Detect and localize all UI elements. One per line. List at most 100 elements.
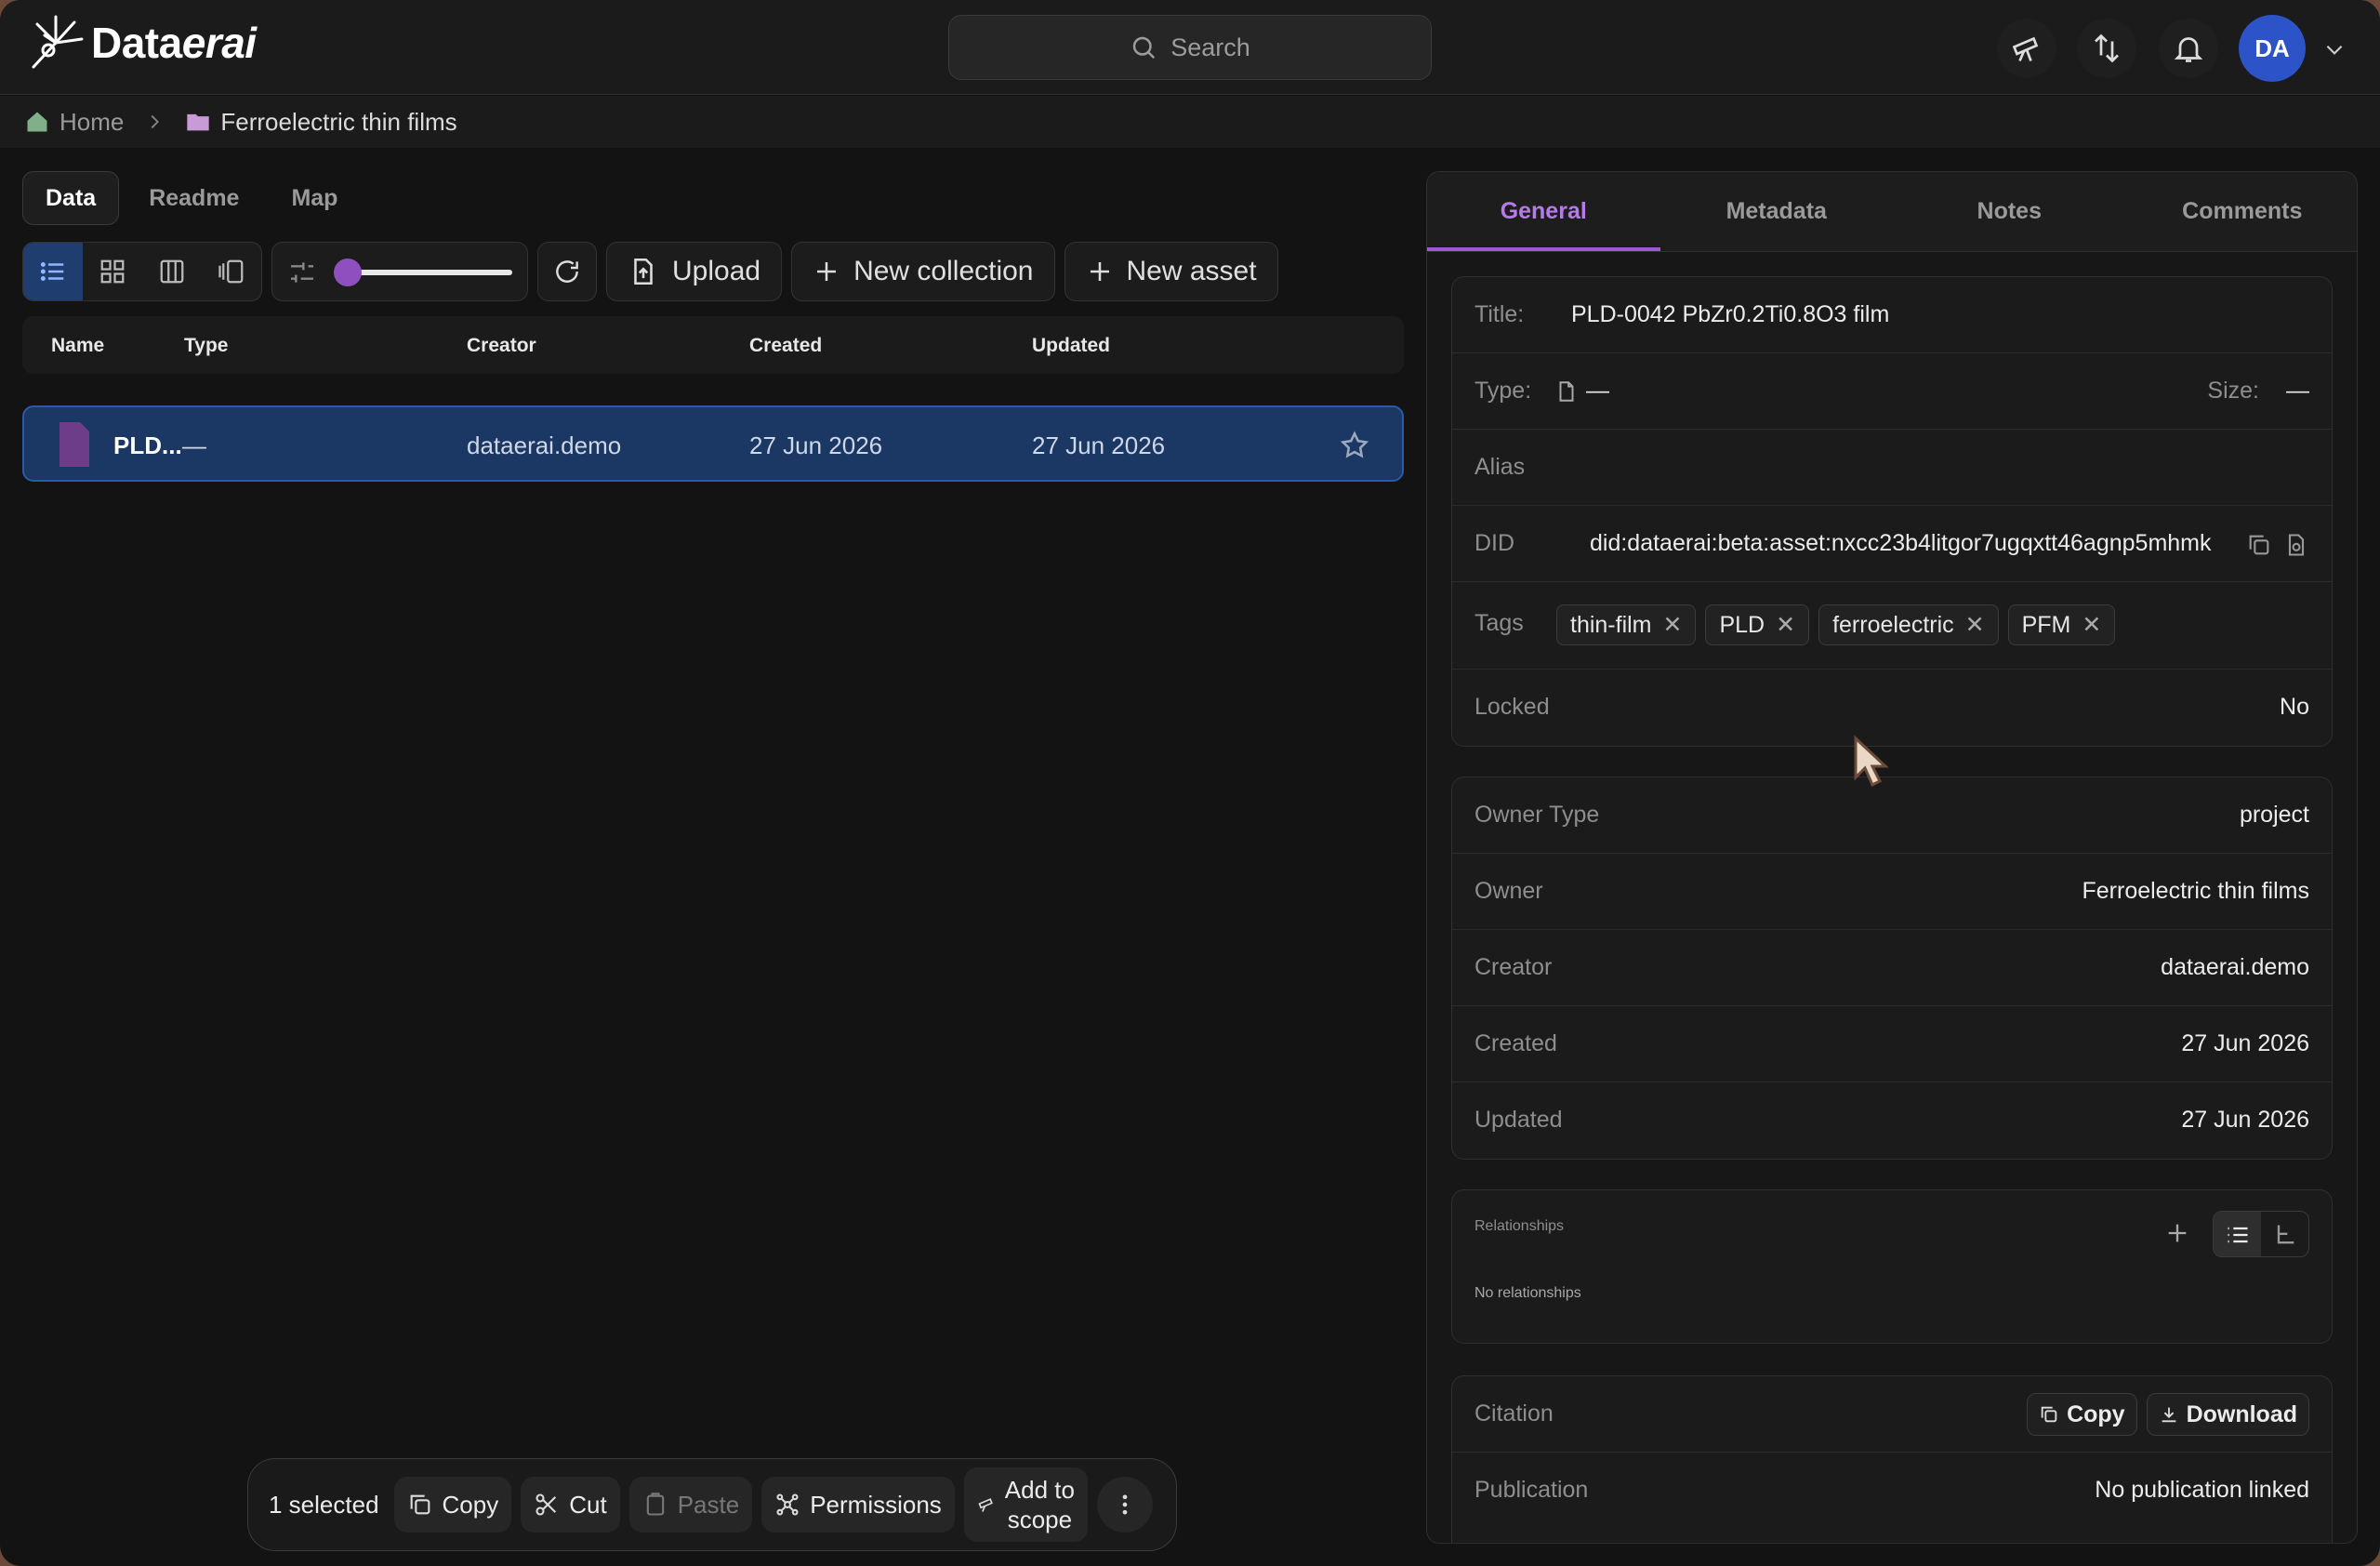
file-link-icon[interactable] xyxy=(2283,532,2309,558)
list-view-button[interactable] xyxy=(23,243,83,300)
upload-button[interactable]: Upload xyxy=(606,242,783,301)
tab-data[interactable]: Data xyxy=(22,171,120,225)
plus-icon xyxy=(817,262,837,281)
ownership-card: Owner Type project Owner Ferroelectric t… xyxy=(1451,776,2333,1160)
tag-chip[interactable]: ferroelectric ✕ xyxy=(1818,604,1999,645)
locked-value: No xyxy=(2280,694,2309,720)
close-icon[interactable]: ✕ xyxy=(2082,611,2101,639)
file-icon xyxy=(1559,381,1574,402)
more-options-button[interactable] xyxy=(1096,1477,1153,1533)
tab-comments[interactable]: Comments xyxy=(2126,172,2358,251)
columns-icon xyxy=(160,259,184,284)
view-switcher xyxy=(22,242,262,301)
copy-button[interactable]: Copy xyxy=(393,1477,512,1533)
column-type[interactable]: Type xyxy=(184,335,228,357)
home-icon xyxy=(27,112,47,132)
citation-copy-button[interactable]: Copy xyxy=(2027,1393,2137,1436)
cut-button[interactable]: Cut xyxy=(521,1477,620,1533)
sync-button[interactable] xyxy=(2077,19,2136,78)
gallery-view-button[interactable] xyxy=(202,243,261,300)
row-name: PLD... xyxy=(113,431,182,459)
column-updated[interactable]: Updated xyxy=(1032,335,1110,357)
selection-count: 1 selected xyxy=(269,1490,379,1519)
title-row: Title: PLD-0042 PbZr0.2Ti0.8O3 film xyxy=(1452,277,2332,353)
close-icon[interactable]: ✕ xyxy=(1663,611,1683,639)
toolbar: Upload New collection New asset xyxy=(22,242,1278,301)
title-field[interactable]: PLD-0042 PbZr0.2Ti0.8O3 film xyxy=(1571,301,1889,328)
tag-chip[interactable]: thin-film ✕ xyxy=(1556,604,1697,645)
tab-notes[interactable]: Notes xyxy=(1893,172,2126,251)
list-icon xyxy=(2228,1227,2247,1243)
add-to-scope-button[interactable]: Add to scope xyxy=(963,1467,1088,1542)
did-value: did:dataerai:beta:asset:nxcc23b4litgor7u… xyxy=(1590,530,2212,556)
cursor-icon xyxy=(1854,735,1889,788)
column-name[interactable]: Name xyxy=(51,335,104,357)
owner-row: Owner Ferroelectric thin films xyxy=(1452,854,2332,930)
telescope-icon xyxy=(978,1498,993,1512)
row-updated: 27 Jun 2026 xyxy=(1032,431,1166,459)
copy-icon[interactable] xyxy=(2246,532,2272,558)
new-asset-button[interactable]: New asset xyxy=(1064,242,1278,301)
data-tabs: Data Readme Map xyxy=(22,171,360,225)
search-input[interactable]: Search xyxy=(948,15,1432,80)
telescope-icon xyxy=(2012,36,2039,62)
table-row[interactable]: PLD... — dataerai.demo 27 Jun 2026 27 Ju… xyxy=(22,405,1404,482)
new-collection-button[interactable]: New collection xyxy=(791,242,1055,301)
tag-chip[interactable]: PFM ✕ xyxy=(2007,604,2116,645)
relationships-empty: No relationships xyxy=(1474,1285,1581,1301)
tab-readme[interactable]: Readme xyxy=(126,171,261,225)
relationship-tree-view[interactable] xyxy=(2261,1212,2308,1256)
citation-card: Citation Copy Download Publication No pu… xyxy=(1451,1375,2333,1543)
details-tabs: General Metadata Notes Comments xyxy=(1427,172,2358,252)
relationship-list-view[interactable] xyxy=(2214,1212,2261,1256)
zoom-slider[interactable] xyxy=(271,242,528,301)
brand-name: Dataerai xyxy=(91,19,257,67)
download-icon xyxy=(2162,1407,2175,1423)
citation-row: Citation Copy Download xyxy=(1452,1376,2332,1453)
tab-general[interactable]: General xyxy=(1427,172,1660,251)
updated-row: Updated 27 Jun 2026 xyxy=(1474,1107,2309,1133)
close-icon[interactable]: ✕ xyxy=(1776,611,1795,639)
paste-button[interactable]: Paste xyxy=(628,1477,753,1533)
column-creator[interactable]: Creator xyxy=(467,335,536,357)
relationship-view-toggle xyxy=(2213,1211,2309,1257)
type-row: Type: — Size: — xyxy=(1452,353,2332,430)
breadcrumb: Home Ferroelectric thin films xyxy=(0,96,2380,148)
permissions-button[interactable]: Permissions xyxy=(761,1477,955,1533)
close-icon[interactable]: ✕ xyxy=(1965,611,1985,639)
slider-handle[interactable] xyxy=(334,259,362,286)
citation-download-button[interactable]: Download xyxy=(2146,1393,2309,1436)
table-header: Name Type Creator Created Updated xyxy=(22,316,1404,374)
logo[interactable]: Dataerai xyxy=(26,13,257,73)
avatar[interactable]: DA xyxy=(2239,15,2306,82)
selection-bar: 1 selected Copy Cut Paste Permissions Ad… xyxy=(247,1458,1177,1551)
top-bar: Dataerai Search DA xyxy=(0,0,2380,95)
upload-file-icon xyxy=(634,258,653,285)
breadcrumb-current[interactable]: Ferroelectric thin films xyxy=(185,108,457,137)
general-info-card: Title: PLD-0042 PbZr0.2Ti0.8O3 film Type… xyxy=(1451,276,2333,747)
star-icon[interactable] xyxy=(1339,430,1370,461)
columns-view-button[interactable] xyxy=(142,243,202,300)
tags-list: thin-film ✕ PLD ✕ ferroelectric ✕ PFM ✕ xyxy=(1556,604,2116,645)
list-icon xyxy=(40,262,64,281)
grid-view-button[interactable] xyxy=(83,243,142,300)
breadcrumb-home[interactable]: Home xyxy=(24,108,124,137)
more-vertical-icon xyxy=(1122,1494,1128,1515)
telescope-button[interactable] xyxy=(1997,19,2056,78)
tab-metadata[interactable]: Metadata xyxy=(1660,172,1894,251)
notifications-button[interactable] xyxy=(2159,19,2218,78)
row-created: 27 Jun 2026 xyxy=(749,431,883,459)
tag-chip[interactable]: PLD ✕ xyxy=(1705,604,1810,645)
search-icon xyxy=(1132,36,1156,60)
plus-icon[interactable] xyxy=(2164,1220,2190,1246)
refresh-button[interactable] xyxy=(537,242,597,301)
alias-row[interactable]: Alias xyxy=(1452,430,2332,506)
tab-map[interactable]: Map xyxy=(269,171,360,225)
folder-icon xyxy=(187,113,210,131)
tags-row: Tags thin-film ✕ PLD ✕ ferroelectric ✕ PFM ✕ xyxy=(1452,582,2332,670)
chevron-down-icon[interactable] xyxy=(2322,37,2347,61)
copy-icon xyxy=(2041,1406,2057,1423)
column-created[interactable]: Created xyxy=(749,335,822,357)
scissors-icon xyxy=(536,1493,557,1516)
publication-row: Publication No publication linked xyxy=(1474,1477,2309,1503)
